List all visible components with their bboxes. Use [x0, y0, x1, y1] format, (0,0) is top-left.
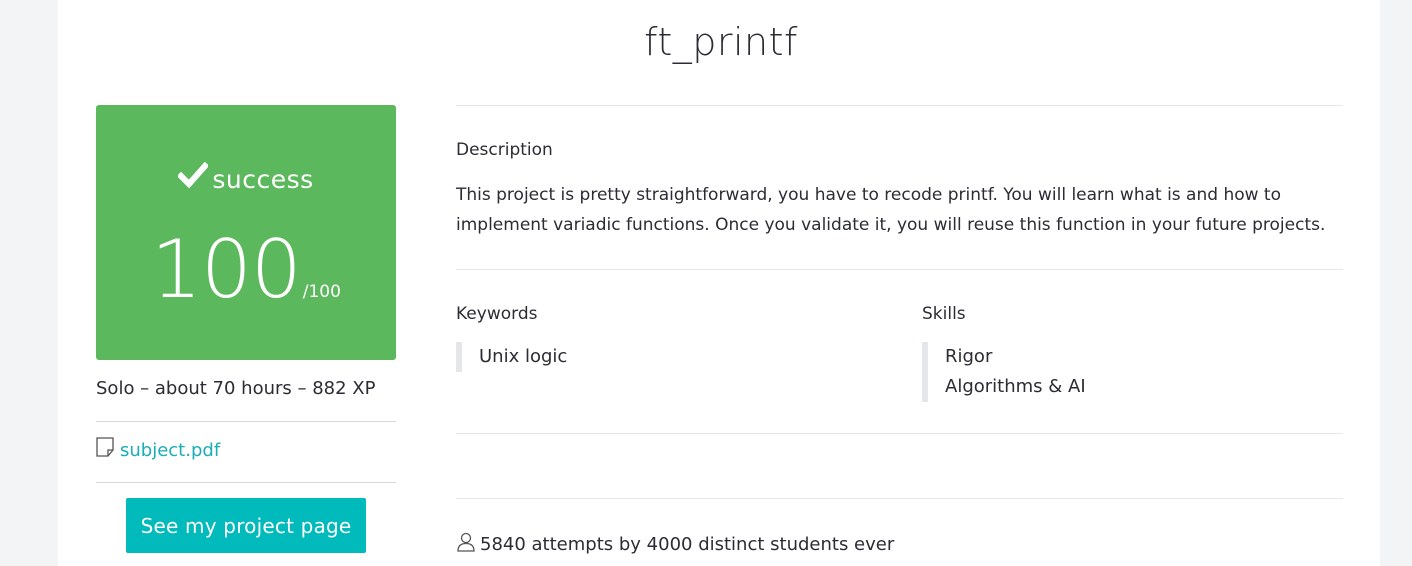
- page-title: ft_printf: [58, 20, 1380, 64]
- skills-label: Skills: [922, 304, 966, 324]
- divider: [96, 482, 396, 483]
- project-card: ft_printf success 100/100 Solo – about 7…: [58, 0, 1380, 566]
- status-label: success: [212, 165, 314, 194]
- attempts-stats: 5840 attempts by 4000 distinct students …: [456, 532, 894, 555]
- file-icon: [96, 437, 114, 457]
- description-text: This project is pretty straightforward, …: [456, 185, 1326, 235]
- attempts-text: 5840 attempts by 4000 distinct students …: [480, 534, 895, 555]
- project-meta: Solo – about 70 hours – 882 XP: [96, 378, 376, 399]
- page-title-text: ft_printf: [644, 20, 798, 64]
- status-box: success 100/100: [96, 105, 396, 360]
- keyword-item: Unix logic: [479, 346, 568, 367]
- check-icon: [178, 161, 209, 189]
- divider: [96, 421, 396, 422]
- subject-file[interactable]: subject.pdf: [96, 437, 220, 461]
- see-project-page-button[interactable]: See my project page: [126, 498, 366, 553]
- score-max: /100: [302, 282, 341, 302]
- description-label: Description: [456, 140, 553, 160]
- skill-item: Rigor: [945, 346, 993, 367]
- skills-list: Rigor Algorithms & AI: [922, 342, 1086, 402]
- divider: [456, 433, 1343, 434]
- skill-item: Algorithms & AI: [945, 376, 1086, 397]
- status-line: success: [96, 160, 396, 194]
- subject-file-link[interactable]: subject.pdf: [120, 440, 220, 461]
- score-value: 100: [151, 223, 302, 316]
- user-icon: [457, 532, 475, 552]
- divider: [456, 269, 1343, 270]
- divider: [456, 105, 1343, 106]
- divider: [456, 498, 1343, 499]
- score-line: 100/100: [96, 223, 396, 316]
- keywords-list: Unix logic: [456, 342, 567, 372]
- keywords-label: Keywords: [456, 304, 538, 324]
